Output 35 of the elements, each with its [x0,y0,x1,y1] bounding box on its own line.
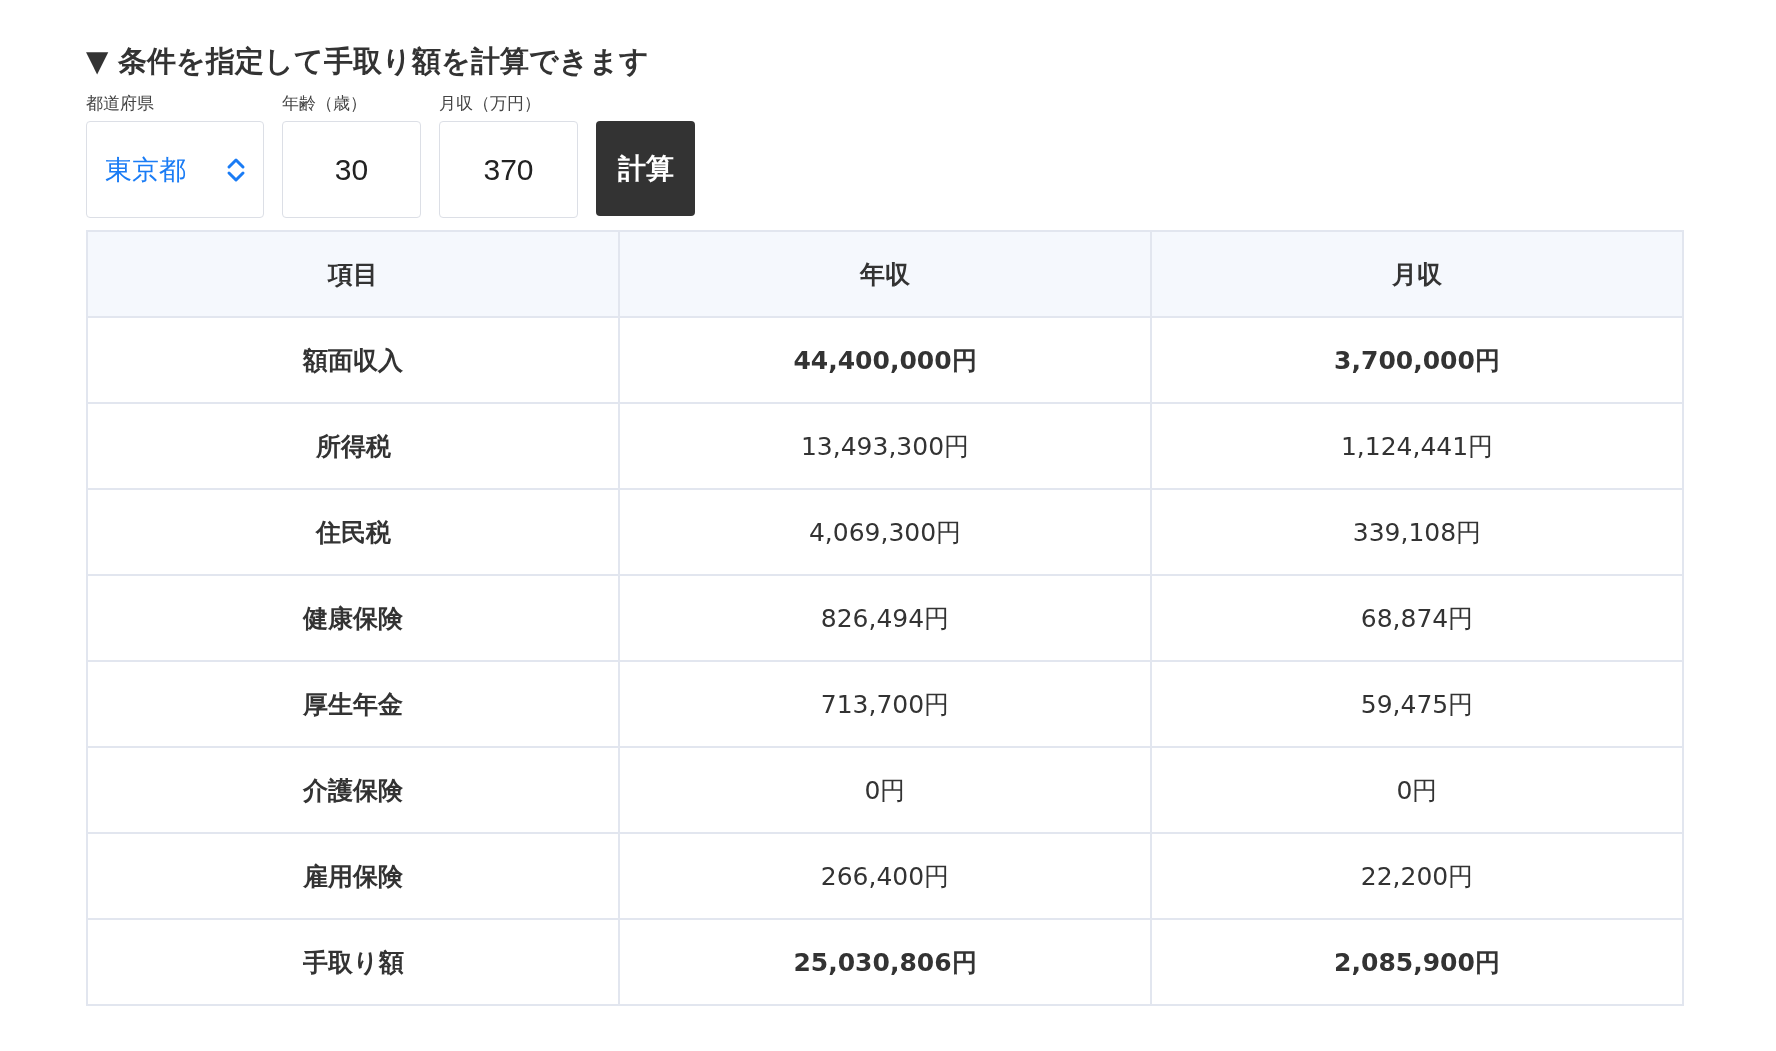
prefecture-select[interactable]: 東京都 [86,121,264,218]
table-cell: 1,124,441円 [1151,403,1683,489]
table-cell: 826,494円 [619,575,1151,661]
table-cell: 3,700,000円 [1151,317,1683,403]
table-cell: 59,475円 [1151,661,1683,747]
table-cell: 額面収入 [87,317,619,403]
table-cell: 2,085,900円 [1151,919,1683,1005]
column-header: 項目 [87,231,619,317]
table-cell: 所得税 [87,403,619,489]
table-cell: 68,874円 [1151,575,1683,661]
field-label: 月収（万円） [439,92,542,115]
table-cell: 25,030,806円 [619,919,1151,1005]
table-cell: 厚生年金 [87,661,619,747]
table-cell: 0円 [1151,747,1683,833]
calculate-button[interactable]: 計算 [596,121,695,216]
column-header: 年収 [619,231,1151,317]
income-input[interactable]: 370 [439,121,578,218]
table-cell: 713,700円 [619,661,1151,747]
table-cell: 13,493,300円 [619,403,1151,489]
table-cell: 22,200円 [1151,833,1683,919]
age-input[interactable]: 30 [282,121,421,218]
table-cell: 手取り額 [87,919,619,1005]
table-cell: 健康保険 [87,575,619,661]
table-cell: 4,069,300円 [619,489,1151,575]
table-cell: 介護保険 [87,747,619,833]
table-cell: 0円 [619,747,1151,833]
table-cell: 住民税 [87,489,619,575]
table-cell: 雇用保険 [87,833,619,919]
field-label: 都道府県 [86,92,155,115]
table-cell: 266,400円 [619,833,1151,919]
field-label: 年齢（歳） [282,92,368,115]
column-header: 月収 [1151,231,1683,317]
section-title: ▼ 条件を指定して手取り額を計算できます [86,43,651,80]
table-cell: 44,400,000円 [619,317,1151,403]
table-cell: 339,108円 [1151,489,1683,575]
